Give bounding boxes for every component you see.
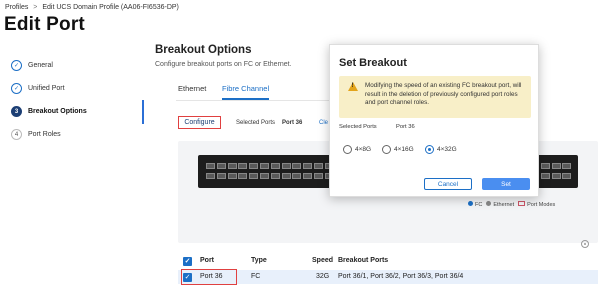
switch-port-cell: [270, 163, 280, 169]
step-label: Unified Port: [28, 85, 65, 92]
column-type[interactable]: Type: [251, 257, 267, 264]
switch-port-cell: [551, 163, 561, 169]
column-port[interactable]: Port: [200, 257, 214, 264]
dialog-selected-ports-value: Port 36: [396, 124, 415, 130]
radio-label: 4×8G: [355, 146, 372, 153]
clear-selection-link[interactable]: Cle: [319, 120, 328, 126]
switch-port-cell: [281, 163, 291, 169]
step-label: Port Roles: [28, 131, 61, 138]
breadcrumb-current: Edit UCS Domain Profile (AA06-FI6536-DP): [42, 4, 179, 11]
configure-button[interactable]: Configure: [178, 116, 221, 129]
section-subtitle: Configure breakout ports on FC or Ethern…: [155, 61, 292, 68]
step-unified-port[interactable]: ✓ Unified Port: [11, 83, 65, 94]
switch-port-cell: [314, 163, 323, 169]
ethernet-dot-icon: [486, 201, 492, 206]
cancel-button[interactable]: Cancel: [424, 178, 472, 190]
switch-port-cell: [562, 163, 572, 169]
legend-fc-label: FC: [475, 202, 483, 208]
step-number: 3: [11, 106, 22, 117]
tab-fibre-channel[interactable]: Fibre Channel: [222, 84, 270, 100]
warning-banner: Modifying the speed of an existing FC br…: [339, 76, 531, 118]
step-label: General: [28, 62, 53, 69]
cell-breakout-ports: Port 36/1, Port 36/2, Port 36/3, Port 36…: [338, 273, 464, 280]
top-bar: Profiles > Edit UCS Domain Profile (AA06…: [0, 0, 604, 44]
step-general[interactable]: ✓ General: [11, 60, 53, 71]
selected-ports-value: Port 36: [282, 120, 303, 126]
radio-4x16g[interactable]: 4×16G: [382, 145, 414, 154]
switch-port-cell: [540, 173, 550, 179]
port-legend: FC Ethernet Port Modes: [468, 201, 555, 208]
fc-dot-icon: [468, 201, 473, 206]
table-row[interactable]: ✓ Port 36 FC 32G Port 36/1, Port 36/2, P…: [178, 269, 598, 285]
radio-4x32g[interactable]: 4×32G: [425, 145, 457, 154]
radio-circle: [343, 145, 352, 154]
breadcrumb-separator: >: [33, 4, 38, 11]
legend-ethernet: Ethernet: [486, 201, 514, 208]
switch-port-cell: [260, 163, 269, 169]
dialog-selected-ports-label: Selected Ports: [339, 124, 377, 130]
switch-port-cell: [292, 163, 302, 169]
row-checkbox[interactable]: ✓: [183, 273, 192, 282]
tab-divider: [176, 100, 336, 101]
check-icon: ✓: [11, 83, 22, 94]
radio-label: 4×16G: [394, 146, 414, 153]
breadcrumb-profiles-link[interactable]: Profiles: [5, 4, 28, 11]
switch-port-cell: [303, 163, 313, 169]
switch-port-cell: [216, 173, 226, 179]
step-port-roles[interactable]: 4 Port Roles: [11, 129, 61, 140]
switch-port-cell: [216, 163, 226, 169]
section-title: Breakout Options: [155, 44, 252, 56]
legend-fc: FC: [468, 201, 482, 208]
column-speed[interactable]: Speed: [312, 257, 333, 264]
set-button[interactable]: Set: [482, 178, 530, 190]
switch-port-cell: [249, 173, 259, 179]
radio-circle: [382, 145, 391, 154]
switch-port-cell: [540, 163, 550, 169]
switch-port-cell: [314, 173, 323, 179]
tab-ethernet[interactable]: Ethernet: [178, 84, 206, 93]
dialog-title: Set Breakout: [339, 57, 407, 69]
switch-port-cell: [227, 163, 237, 169]
switch-port-cell: [260, 173, 269, 179]
settings-icon[interactable]: [581, 240, 589, 248]
selected-ports-label: Selected Ports: [236, 120, 276, 126]
cell-type: FC: [251, 273, 261, 280]
cell-port: Port 36: [200, 273, 223, 280]
step-label: Breakout Options: [28, 108, 87, 115]
cell-speed: 32G: [316, 273, 330, 280]
page-title: Edit Port: [4, 14, 85, 35]
table-header: ✓ Port Type Speed Breakout Ports: [178, 254, 598, 268]
switch-port-cell: [227, 173, 237, 179]
switch-port-cell: [238, 173, 248, 179]
port-modes-icon: [518, 201, 526, 206]
step-breakout-options[interactable]: 3 Breakout Options: [11, 106, 87, 117]
radio-label: 4×32G: [437, 146, 457, 153]
switch-port-cell: [206, 173, 215, 179]
switch-port-cell: [281, 173, 291, 179]
select-all-checkbox[interactable]: ✓: [183, 257, 192, 266]
switch-port-cell: [562, 173, 572, 179]
switch-port-cell: [238, 163, 248, 169]
legend-port-modes-label: Port Modes: [527, 202, 556, 208]
switch-port-cell: [292, 173, 302, 179]
warning-text: Modifying the speed of an existing FC br…: [365, 82, 522, 107]
step-number: 4: [11, 129, 22, 140]
switch-port-cell: [249, 163, 259, 169]
radio-4x8g[interactable]: 4×8G: [343, 145, 371, 154]
active-step-indicator: [142, 100, 144, 124]
switch-port-cell: [551, 173, 561, 179]
set-breakout-dialog: Set Breakout Modifying the speed of an e…: [329, 44, 539, 197]
wizard-steps: ✓ General ✓ Unified Port 3 Breakout Opti…: [0, 46, 146, 287]
switch-port-cell: [270, 173, 280, 179]
switch-port-cell: [206, 163, 215, 169]
breadcrumb: Profiles > Edit UCS Domain Profile (AA06…: [5, 4, 179, 11]
switch-port-cell: [303, 173, 313, 179]
radio-circle-selected: [425, 145, 434, 154]
check-icon: ✓: [11, 60, 22, 71]
column-breakout-ports: Breakout Ports: [338, 257, 389, 264]
warning-icon: [348, 82, 358, 91]
legend-port-modes: Port Modes: [518, 201, 555, 208]
legend-ethernet-label: Ethernet: [493, 202, 515, 208]
